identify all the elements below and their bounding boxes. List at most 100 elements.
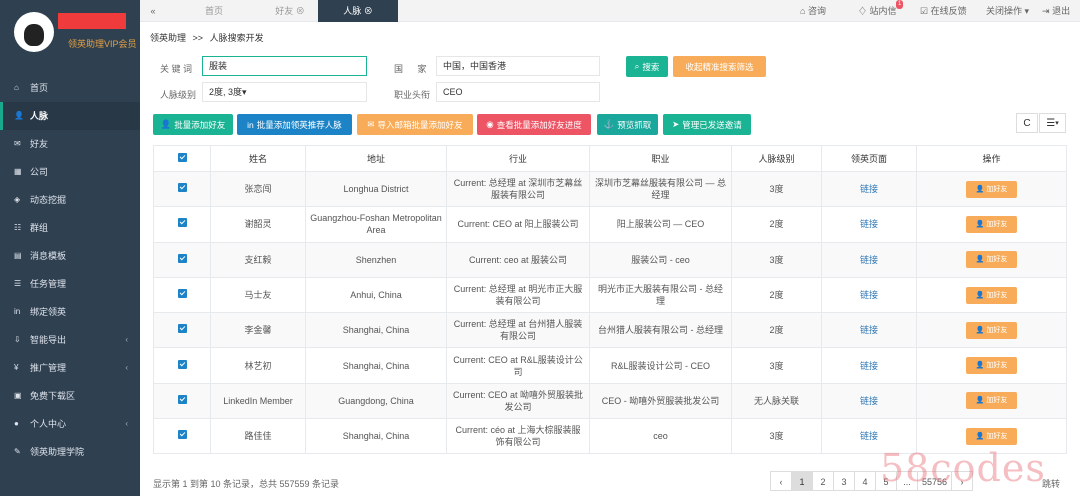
sidebar-item-groups[interactable]: ☷ 群组 bbox=[0, 214, 140, 242]
manage-invites-button[interactable]: ➤ 管理已发送邀请 bbox=[663, 114, 751, 135]
sidebar-item-contacts[interactable]: 👤 人脉 bbox=[0, 102, 140, 130]
row-checkbox[interactable] bbox=[153, 241, 211, 278]
column-header-job[interactable]: 职业 bbox=[589, 145, 732, 172]
user-plus-icon: 👤 bbox=[160, 119, 172, 129]
close-ops-dropdown[interactable]: 关闭操作 ▾ bbox=[986, 0, 1029, 22]
avatar[interactable] bbox=[14, 12, 54, 52]
close-icon[interactable]: ⊗ bbox=[296, 6, 305, 16]
row-checkbox[interactable] bbox=[153, 347, 211, 384]
column-header-linkedin-page[interactable]: 领英页面 bbox=[821, 145, 917, 172]
sidebar-item-downloads[interactable]: ▣ 免费下载区 bbox=[0, 382, 140, 410]
profile-link[interactable]: 链接 bbox=[860, 396, 878, 406]
sidebar-item-feed-mining[interactable]: ◈ 动态挖掘 bbox=[0, 186, 140, 214]
bulk-add-friends-button[interactable]: 👤 批量添加好友 bbox=[153, 114, 233, 135]
profile-link[interactable]: 链接 bbox=[860, 255, 878, 265]
bulk-add-recommended-button[interactable]: in 批量添加领英推荐人脉 bbox=[237, 114, 352, 135]
add-friend-label: 加好友 bbox=[986, 432, 1008, 440]
back-tab-button[interactable]: « bbox=[140, 0, 166, 22]
sidebar-item-smart-export[interactable]: ⇩ 智能导出 ‹ bbox=[0, 326, 140, 354]
close-icon[interactable]: ⊗ bbox=[364, 6, 373, 16]
cell-actions: 👤 加好友 bbox=[916, 382, 1067, 420]
refresh-button[interactable]: C bbox=[1016, 113, 1038, 133]
country-input[interactable]: 中国，中国香港 bbox=[436, 56, 600, 76]
inbox-link[interactable]: ♢ 站内信 bbox=[858, 0, 897, 22]
level-select[interactable]: 2度, 3度▾ bbox=[202, 82, 367, 102]
keyword-input[interactable]: 服装 bbox=[202, 56, 367, 76]
tab-label: 人脉 bbox=[343, 6, 362, 16]
profile-link[interactable]: 链接 bbox=[860, 361, 878, 371]
manage-invites-label: 管理已发送邀请 bbox=[682, 119, 742, 130]
page-button[interactable]: 4 bbox=[854, 471, 876, 491]
cell-industry: Current: 总经理 at 明光市正大服装有限公司 bbox=[446, 276, 590, 314]
cell-industry: Current: CEO at 呦嘻外贸服装批发公司 bbox=[446, 382, 590, 420]
page-prev-button[interactable]: ‹ bbox=[770, 471, 792, 491]
cell-address: Guangdong, China bbox=[305, 382, 447, 420]
cell-address: Anhui, China bbox=[305, 276, 447, 314]
select-all-checkbox[interactable] bbox=[153, 145, 211, 172]
sidebar-item-academy[interactable]: ✎ 领英助理学院 bbox=[0, 438, 140, 466]
tab-friends[interactable]: 好友 ⊗ bbox=[262, 0, 318, 22]
sidebar-item-label: 免费下载区 bbox=[30, 391, 76, 401]
table-row[interactable]: 李金馨 Shanghai, China Current: 总经理 at 台州猎人服装… bbox=[153, 312, 1067, 349]
tab-home[interactable]: 首页 bbox=[166, 0, 262, 22]
sidebar-item-bind-linkedin[interactable]: in 绑定领英 bbox=[0, 298, 140, 326]
profile-area: 领英助理VIP会员 bbox=[0, 0, 140, 74]
row-checkbox[interactable] bbox=[153, 206, 211, 243]
sidebar-item-tasks[interactable]: ☰ 任务管理 bbox=[0, 270, 140, 298]
table-row[interactable]: LinkedIn Member Guangdong, China Current: … bbox=[153, 382, 1067, 420]
table-row[interactable]: 马士友 Anhui, China Current: 总经理 at 明光市正大服装有限… bbox=[153, 276, 1067, 314]
add-friend-button[interactable]: 👤 加好友 bbox=[965, 286, 1018, 304]
sidebar-item-company[interactable]: ▦ 公司 bbox=[0, 158, 140, 186]
page-button[interactable]: 1 bbox=[791, 471, 813, 491]
table-row[interactable]: 张恋闯 Longhua District Current: 总经理 at 深圳市芝幕… bbox=[153, 170, 1067, 208]
columns-toggle-button[interactable]: ☰ ▾ bbox=[1039, 113, 1066, 133]
consult-link[interactable]: ⌂ 咨询 bbox=[800, 0, 826, 22]
row-checkbox[interactable] bbox=[153, 312, 211, 349]
row-checkbox[interactable] bbox=[153, 276, 211, 314]
add-friend-button[interactable]: 👤 加好友 bbox=[965, 357, 1018, 375]
add-friend-button[interactable]: 👤 加好友 bbox=[965, 180, 1018, 198]
add-friend-button[interactable]: 👤 加好友 bbox=[965, 427, 1018, 445]
table-row[interactable]: 谢韶灵 Guangzhou-Foshan Metropolitan Area Cur… bbox=[153, 206, 1067, 243]
search-button[interactable]: ⌕ 搜索 bbox=[626, 56, 668, 77]
add-friend-button[interactable]: 👤 加好友 bbox=[965, 321, 1018, 339]
page-button[interactable]: 3 bbox=[833, 471, 855, 491]
logout-link[interactable]: ⇥ 退出 bbox=[1042, 0, 1070, 22]
breadcrumb-root[interactable]: 领英助理 bbox=[150, 33, 186, 43]
job-title-input[interactable]: CEO bbox=[436, 82, 600, 102]
add-friend-button[interactable]: 👤 加好友 bbox=[965, 392, 1018, 410]
page-button[interactable]: 2 bbox=[812, 471, 834, 491]
profile-link[interactable]: 链接 bbox=[860, 325, 878, 335]
preview-grab-button[interactable]: ⚓ 预览抓取 bbox=[597, 114, 658, 135]
import-email-add-button[interactable]: ✉ 导入邮箱批量添加好友 bbox=[357, 114, 473, 135]
cell-address: Shenzhen bbox=[305, 241, 447, 278]
profile-link[interactable]: 链接 bbox=[860, 290, 878, 300]
row-checkbox[interactable] bbox=[153, 382, 211, 420]
column-header-name[interactable]: 姓名 bbox=[210, 145, 306, 172]
column-header-address[interactable]: 地址 bbox=[305, 145, 447, 172]
row-checkbox[interactable] bbox=[153, 418, 211, 455]
sidebar-item-home[interactable]: ⌂ 首页 bbox=[0, 74, 140, 102]
profile-link[interactable]: 链接 bbox=[860, 431, 878, 441]
sidebar-item-promotion[interactable]: ¥ 推广管理 ‹ bbox=[0, 354, 140, 382]
chat-icon: ✉ bbox=[14, 139, 21, 148]
top-bar: « 首页 好友 ⊗ 人脉 ⊗ ⌂ 咨询 ♢ 站内信 1 ☑ 在线反馈 关闭操作 … bbox=[140, 0, 1080, 22]
collapse-filter-button[interactable]: 收起精准搜索筛选 bbox=[673, 56, 766, 77]
tab-contacts[interactable]: 人脉 ⊗ bbox=[318, 0, 398, 22]
column-header-level[interactable]: 人脉级别 bbox=[731, 145, 822, 172]
linkedin-icon: in bbox=[14, 307, 21, 316]
profile-link[interactable]: 链接 bbox=[860, 219, 878, 229]
sidebar-item-personal[interactable]: ● 个人中心 ‹ bbox=[0, 410, 140, 438]
sidebar-item-friends[interactable]: ✉ 好友 bbox=[0, 130, 140, 158]
profile-link[interactable]: 链接 bbox=[860, 184, 878, 194]
eye-icon: ◉ bbox=[486, 119, 494, 129]
feedback-link[interactable]: ☑ 在线反馈 bbox=[920, 0, 967, 22]
add-friend-button[interactable]: 👤 加好友 bbox=[965, 251, 1018, 269]
table-row[interactable]: 支红毅 Shenzhen Current: ceo at 服装公司 服装公司 - ce… bbox=[153, 241, 1067, 278]
column-header-industry[interactable]: 行业 bbox=[446, 145, 590, 172]
sidebar-item-message-templates[interactable]: ▤ 消息模板 bbox=[0, 242, 140, 270]
table-row[interactable]: 林艺初 Shanghai, China Current: CEO at R&L服装设… bbox=[153, 347, 1067, 384]
row-checkbox[interactable] bbox=[153, 170, 211, 208]
add-friend-button[interactable]: 👤 加好友 bbox=[965, 215, 1018, 233]
view-progress-button[interactable]: ◉ 查看批量添加好友进度 bbox=[477, 114, 591, 135]
